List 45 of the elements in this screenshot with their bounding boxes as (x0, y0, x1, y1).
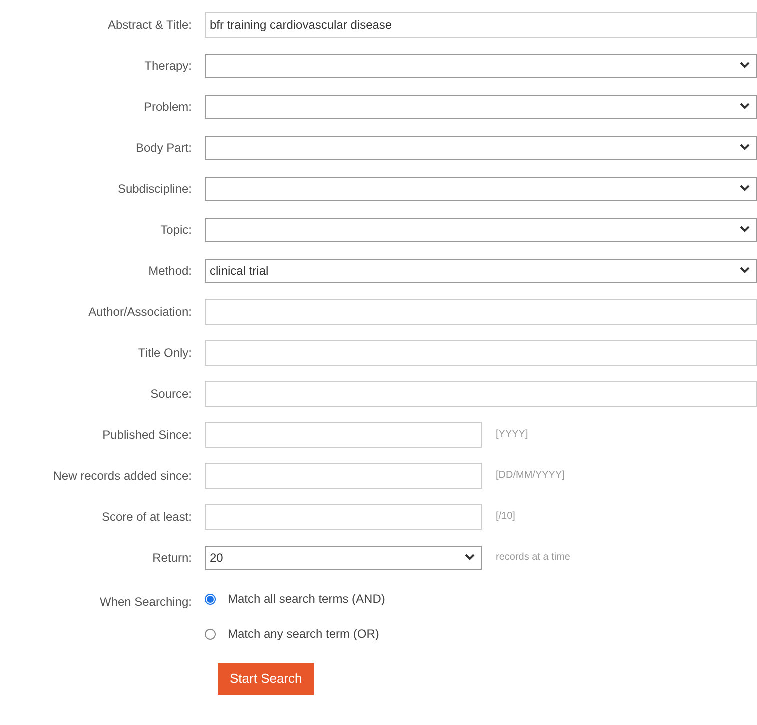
field-hint: [YYYY] (496, 428, 528, 442)
input-field[interactable] (205, 422, 482, 448)
input-field[interactable] (205, 340, 757, 366)
chevron-icon (740, 267, 750, 274)
chevron-icon (740, 103, 750, 110)
dropdown-field[interactable] (205, 176, 757, 200)
field-label: Topic: (160, 222, 192, 236)
input-field[interactable] (205, 298, 757, 324)
dropdown-field[interactable]: 20 (205, 546, 482, 570)
radio-button[interactable] (205, 594, 216, 604)
field-label: Author/Association: (88, 304, 192, 318)
field-label: Body Part: (136, 140, 192, 154)
chevron-icon (465, 554, 475, 561)
field-hint: [DD/MM/YYYY] (496, 469, 565, 483)
field-label: New records added since: (53, 468, 192, 482)
field-label: When Searching: (100, 595, 192, 609)
input-field[interactable] (205, 462, 482, 488)
input-field[interactable]: bfr training cardiovascular disease (205, 12, 757, 38)
field-label: Therapy: (144, 58, 192, 72)
start-search-button[interactable]: Start Search (218, 663, 314, 695)
input-field[interactable] (205, 380, 757, 406)
field-hint: records at a time (496, 551, 570, 565)
dropdown-field[interactable]: clinical trial (205, 258, 757, 282)
radio-label: Match all search terms (AND) (228, 591, 386, 608)
radio-button[interactable] (205, 628, 216, 640)
chevron-icon (740, 185, 750, 192)
input-field[interactable] (205, 504, 482, 530)
dropdown-field[interactable] (205, 54, 757, 78)
chevron-icon (740, 144, 750, 151)
radio-label: Match any search term (OR) (228, 626, 380, 643)
field-label: Method: (148, 264, 192, 278)
field-hint: [/10] (496, 510, 516, 524)
field-label: Title Only: (138, 346, 192, 360)
field-label: Source: (150, 386, 192, 400)
field-label: Return: (152, 550, 192, 564)
chevron-icon (740, 226, 750, 233)
field-label: Score of at least: (102, 510, 192, 524)
field-label: Problem: (144, 100, 192, 114)
chevron-icon (740, 62, 750, 69)
field-label: Published Since: (102, 428, 192, 442)
dropdown-field[interactable] (205, 136, 757, 160)
dropdown-field[interactable] (205, 218, 757, 242)
field-label: Abstract & Title: (108, 18, 192, 32)
dropdown-field[interactable] (205, 94, 757, 118)
field-label: Subdiscipline: (118, 182, 192, 196)
